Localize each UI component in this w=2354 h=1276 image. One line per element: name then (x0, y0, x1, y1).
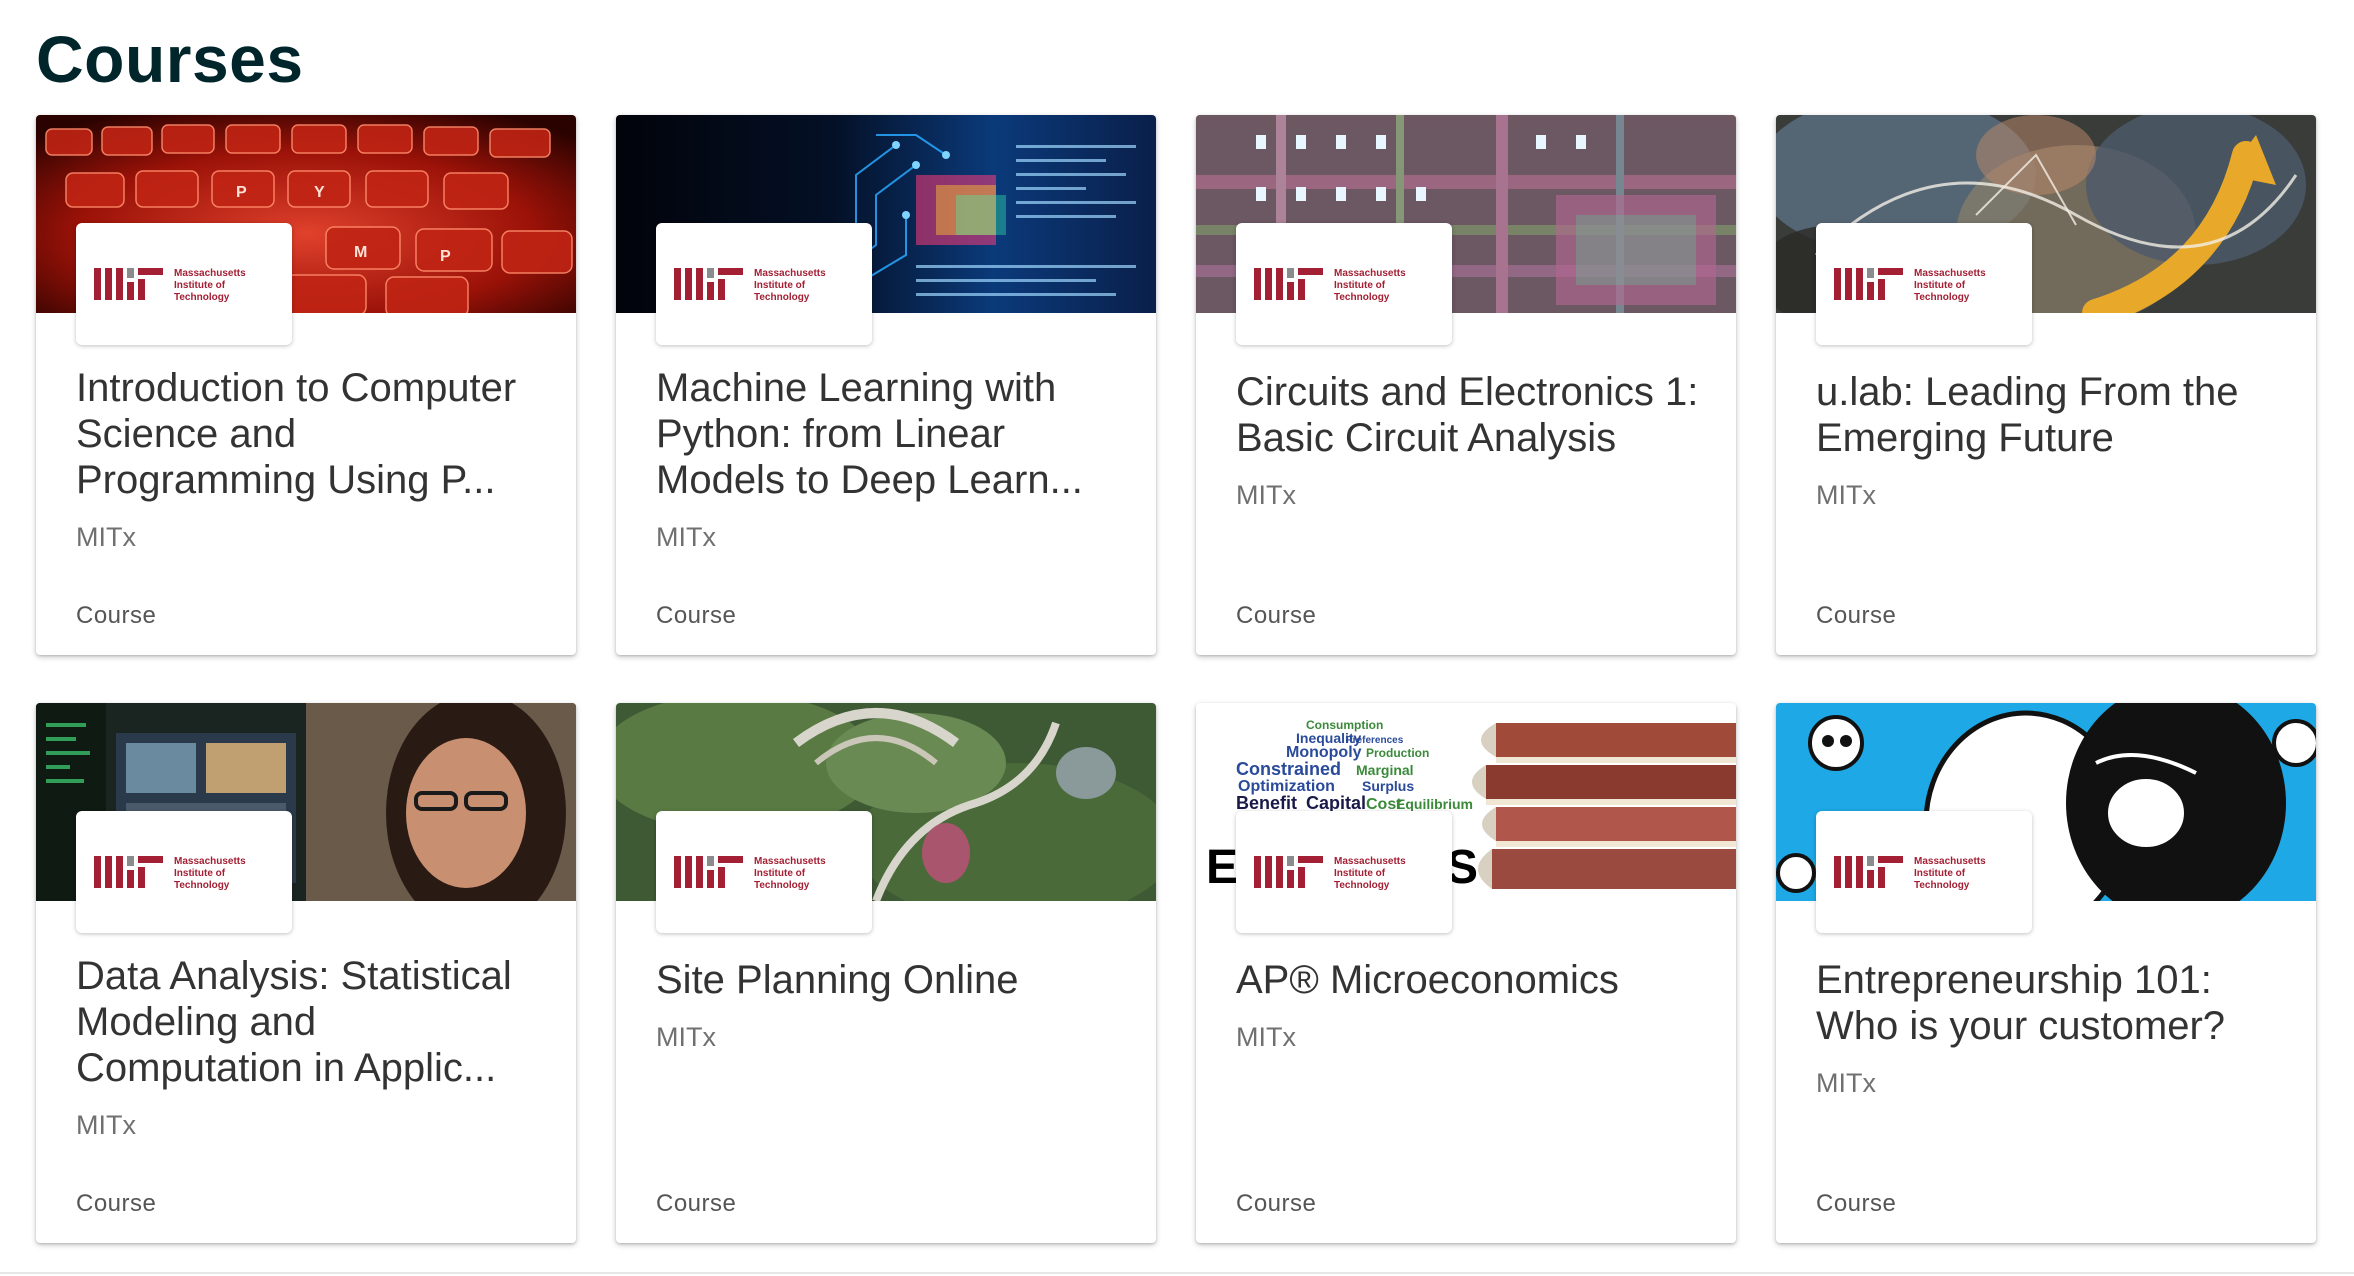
svg-text:Technology: Technology (1334, 880, 1390, 891)
mit-logo-icon (1254, 268, 1323, 300)
page-title: Courses (36, 22, 304, 96)
svg-text:E: E (1206, 841, 1238, 894)
course-card[interactable]: Massachusetts Institute of Technology En… (1776, 703, 2316, 1243)
svg-text:Massachusetts: Massachusetts (1334, 856, 1406, 867)
course-title[interactable]: Machine Learning with Python: from Linea… (656, 365, 1126, 503)
svg-text:Capital: Capital (1306, 793, 1366, 813)
svg-text:Technology: Technology (174, 880, 230, 891)
course-org: MITx (76, 522, 136, 552)
mit-logo-icon (94, 856, 163, 888)
course-title[interactable]: Data Analysis: Statistical Modeling and … (76, 953, 546, 1091)
course-title[interactable]: Entrepreneurship 101: Who is your custom… (1816, 957, 2286, 1049)
svg-text:Institute of: Institute of (174, 868, 226, 879)
courses-page: Courses P Y M P Massachusetts Institute … (0, 0, 2354, 1276)
mit-logo-icon (674, 856, 743, 888)
svg-text:Production: Production (1366, 746, 1429, 760)
course-org: MITx (1236, 1022, 1296, 1052)
course-card[interactable]: Massachusetts Institute of Technology Si… (616, 703, 1156, 1243)
course-card[interactable]: Massachusetts Institute of Technology Da… (36, 703, 576, 1243)
course-type: Course (1816, 1190, 1897, 1217)
svg-text:Institute of: Institute of (1334, 868, 1386, 879)
svg-text:Marginal: Marginal (1356, 762, 1414, 778)
course-type: Course (76, 1190, 157, 1217)
course-type: Course (1236, 602, 1317, 629)
svg-text:Surplus: Surplus (1362, 778, 1414, 794)
bottom-divider (0, 1272, 2354, 1274)
course-type: Course (656, 602, 737, 629)
svg-text:Massachusetts: Massachusetts (754, 268, 826, 279)
course-title[interactable]: Introduction to Computer Science and Pro… (76, 365, 546, 503)
svg-text:Technology: Technology (1914, 292, 1970, 303)
mit-logo: Massachusetts Institute of Technology (1236, 223, 1452, 345)
mit-logo: Massachusetts Institute of Technology (1236, 811, 1452, 933)
course-title[interactable]: u.lab: Leading From the Emerging Future (1816, 369, 2286, 461)
course-type: Course (656, 1190, 737, 1217)
mit-logo: Massachusetts Institute of Technology (1816, 811, 2032, 933)
mit-logo-icon (1834, 268, 1903, 300)
course-grid: P Y M P Massachusetts Institute of Techn… (36, 115, 2316, 1243)
mit-logo-icon (1834, 856, 1903, 888)
svg-text:M: M (354, 244, 367, 261)
svg-text:Massachusetts: Massachusetts (1334, 268, 1406, 279)
mit-logo: Massachusetts Institute of Technology (76, 811, 292, 933)
svg-text:Technology: Technology (754, 880, 810, 891)
mit-logo-icon (1254, 856, 1323, 888)
course-org: MITx (656, 522, 716, 552)
svg-text:Constrained: Constrained (1236, 759, 1341, 779)
svg-text:P: P (236, 184, 247, 201)
course-card[interactable]: Massachusetts Institute of Technology Ci… (1196, 115, 1736, 655)
mit-logo: Massachusetts Institute of Technology (76, 223, 292, 345)
svg-text:Technology: Technology (754, 292, 810, 303)
svg-text:Institute of: Institute of (754, 280, 806, 291)
mit-logo-icon (94, 268, 163, 300)
course-org: MITx (76, 1110, 136, 1140)
course-org: MITx (1236, 480, 1296, 510)
course-type: Course (1816, 602, 1897, 629)
course-title[interactable]: Site Planning Online (656, 957, 1126, 1003)
svg-text:Y: Y (314, 184, 325, 201)
svg-text:Massachusetts: Massachusetts (1914, 856, 1986, 867)
course-org: MITx (1816, 480, 1876, 510)
course-card[interactable]: Massachusetts Institute of Technology Ma… (616, 115, 1156, 655)
svg-text:Benefit: Benefit (1236, 793, 1297, 813)
svg-text:Technology: Technology (174, 292, 230, 303)
course-title[interactable]: Circuits and Electronics 1: Basic Circui… (1236, 369, 1706, 461)
svg-text:Massachusetts: Massachusetts (174, 268, 246, 279)
svg-text:Institute of: Institute of (1914, 280, 1966, 291)
course-title[interactable]: AP® Microeconomics (1236, 957, 1706, 1003)
svg-text:Institute of: Institute of (174, 280, 226, 291)
mit-logo: Massachusetts Institute of Technology (656, 811, 872, 933)
mit-logo: Massachusetts Institute of Technology (1816, 223, 2032, 345)
svg-text:Massachusetts: Massachusetts (754, 856, 826, 867)
course-type: Course (1236, 1190, 1317, 1217)
svg-text:Technology: Technology (1914, 880, 1970, 891)
course-card[interactable]: Consumption Inequality Preferences Monop… (1196, 703, 1736, 1243)
mit-logo-icon (674, 268, 743, 300)
svg-text:Institute of: Institute of (1914, 868, 1966, 879)
course-card[interactable]: Massachusetts Institute of Technology u.… (1776, 115, 2316, 655)
course-type: Course (76, 602, 157, 629)
svg-text:Equilibrium: Equilibrium (1396, 796, 1473, 812)
svg-text:Technology: Technology (1334, 292, 1390, 303)
course-org: MITx (1816, 1068, 1876, 1098)
svg-text:Massachusetts: Massachusetts (174, 856, 246, 867)
svg-text:Institute of: Institute of (1334, 280, 1386, 291)
svg-text:Massachusetts: Massachusetts (1914, 268, 1986, 279)
svg-text:Institute of: Institute of (754, 868, 806, 879)
course-org: MITx (656, 1022, 716, 1052)
course-card[interactable]: P Y M P Massachusetts Institute of Techn… (36, 115, 576, 655)
svg-text:P: P (440, 248, 451, 265)
mit-logo: Massachusetts Institute of Technology (656, 223, 872, 345)
